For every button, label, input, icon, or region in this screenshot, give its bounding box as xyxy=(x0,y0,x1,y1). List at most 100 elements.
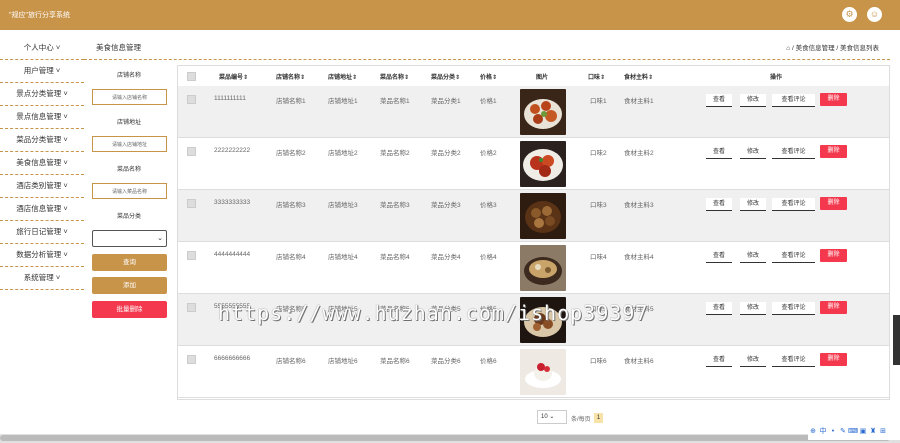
shop-addr-input[interactable]: 请输入店铺地址 xyxy=(92,136,167,152)
page-title: 美食信息管理 xyxy=(96,43,141,52)
scrollbar-thumb[interactable] xyxy=(0,435,890,441)
view-comments-button[interactable]: 查看评论 xyxy=(772,198,815,211)
cell-address: 店铺地址4 xyxy=(328,254,358,261)
row-checkbox[interactable] xyxy=(187,303,196,312)
header-address[interactable]: 店铺地址⇕ xyxy=(328,72,357,81)
row-checkbox[interactable] xyxy=(187,199,196,208)
view-button[interactable]: 查看 xyxy=(706,302,732,315)
cell-shop: 店铺名称2 xyxy=(276,150,306,157)
breadcrumb[interactable]: ⌂ / 美食信息管理 / 美食信息列表 xyxy=(786,42,879,52)
delete-button[interactable]: 删除 xyxy=(820,249,847,262)
row-checkbox[interactable] xyxy=(187,95,196,104)
skin-icon[interactable]: ▣ xyxy=(858,427,868,435)
dish-category-select[interactable]: ⌄ xyxy=(92,230,167,247)
user-icon[interactable]: ☺ xyxy=(867,7,882,22)
pen-icon[interactable]: ✎ xyxy=(838,427,848,435)
dish-image xyxy=(520,193,566,239)
sidebar-item-personal[interactable]: 个人中心 ˅ xyxy=(0,37,84,60)
edit-button[interactable]: 修改 xyxy=(740,250,766,263)
system-tray: ⊕ 中 • ✎ ⌨ ▣ ♜ ⊞ xyxy=(808,426,900,440)
view-comments-button[interactable]: 查看评论 xyxy=(772,302,815,315)
header-id[interactable]: 菜品编号⇕ xyxy=(219,72,248,81)
header-ingredient[interactable]: 食材主料⇕ xyxy=(624,72,653,81)
delete-button[interactable]: 删除 xyxy=(820,145,847,158)
cell-ingredient: 食材主料4 xyxy=(624,254,654,261)
header-dish-category[interactable]: 菜品分类⇕ xyxy=(431,72,460,81)
chevron-down-icon: ⌄ xyxy=(157,235,163,242)
cell-dish-category: 菜品分类6 xyxy=(431,358,461,365)
settings-icon[interactable]: ⚙ xyxy=(842,7,857,22)
table-row: 1111111111 店铺名称1 店铺地址1 菜品名称1 菜品分类1 价格1 口… xyxy=(178,86,889,138)
sidebar-item-dish-category[interactable]: 菜品分类管理 ˅ xyxy=(0,129,84,152)
keyboard-icon[interactable]: ⌨ xyxy=(848,427,858,435)
shop-name-input[interactable]: 请输入店铺名称 xyxy=(92,89,167,105)
vertical-scrollbar[interactable] xyxy=(893,315,900,365)
header-taste[interactable]: 口味⇕ xyxy=(588,72,605,81)
header-actions: 操作 xyxy=(770,75,783,81)
delete-button[interactable]: 删除 xyxy=(820,93,847,106)
table-row: 4444444444 店铺名称4 店铺地址4 菜品名称4 菜品分类4 价格4 口… xyxy=(178,242,889,294)
row-checkbox[interactable] xyxy=(187,355,196,364)
page-size-select[interactable]: 10 ⌄ xyxy=(537,410,567,424)
add-button[interactable]: 添加 xyxy=(92,277,167,294)
query-button[interactable]: 查询 xyxy=(92,254,167,271)
edit-button[interactable]: 修改 xyxy=(740,354,766,367)
sidebar-item-hotel-category[interactable]: 酒店类别管理 ˅ xyxy=(0,175,84,198)
header-price[interactable]: 价格⇕ xyxy=(480,72,497,81)
view-comments-button[interactable]: 查看评论 xyxy=(772,250,815,263)
sidebar-item-users[interactable]: 用户管理 ˅ xyxy=(0,60,84,83)
ime-icon[interactable]: ⊕ xyxy=(808,427,818,435)
dish-name-input[interactable]: 请输入菜品名称 xyxy=(92,183,167,199)
cell-dish-name: 菜品名称6 xyxy=(380,358,410,365)
sidebar-item-data-analysis[interactable]: 数据分析管理 ˅ xyxy=(0,244,84,267)
cell-dish-name: 菜品名称1 xyxy=(380,98,410,105)
batch-delete-button[interactable]: 批量删除 xyxy=(92,301,167,318)
dish-category-label: 菜品分类 xyxy=(116,214,141,220)
select-all-checkbox[interactable] xyxy=(187,72,196,81)
sidebar-item-spot-category[interactable]: 景点分类管理 ˅ xyxy=(0,83,84,106)
cell-taste: 口味2 xyxy=(590,150,607,157)
grid-icon[interactable]: ⊞ xyxy=(878,427,888,435)
dish-name-label: 菜品名称 xyxy=(116,167,141,173)
view-button[interactable]: 查看 xyxy=(706,198,732,211)
table-row: 3333333333 店铺名称3 店铺地址3 菜品名称3 菜品分类3 价格3 口… xyxy=(178,190,889,242)
view-comments-button[interactable]: 查看评论 xyxy=(772,94,815,107)
sidebar-item-travel-diary[interactable]: 旅行日记管理 ˅ xyxy=(0,221,84,244)
edit-button[interactable]: 修改 xyxy=(740,94,766,107)
punctuation-icon[interactable]: • xyxy=(828,428,838,435)
watermark: https://www.huzhan.com/ishop39397 xyxy=(218,301,649,325)
cell-dish-category: 菜品分类2 xyxy=(431,150,461,157)
view-button[interactable]: 查看 xyxy=(706,94,732,107)
delete-button[interactable]: 删除 xyxy=(820,353,847,366)
view-button[interactable]: 查看 xyxy=(706,354,732,367)
view-button[interactable]: 查看 xyxy=(706,146,732,159)
row-checkbox[interactable] xyxy=(187,147,196,156)
delete-button[interactable]: 删除 xyxy=(820,197,847,210)
cell-id: 1111111111 xyxy=(214,95,246,102)
dish-image xyxy=(520,141,566,187)
sidebar-item-spot-info[interactable]: 景点信息管理 ˅ xyxy=(0,106,84,129)
edit-button[interactable]: 修改 xyxy=(740,302,766,315)
shirt-icon[interactable]: ♜ xyxy=(868,427,878,435)
view-button[interactable]: 查看 xyxy=(706,250,732,263)
edit-button[interactable]: 修改 xyxy=(740,146,766,159)
table-row: 2222222222 店铺名称2 店铺地址2 菜品名称2 菜品分类2 价格2 口… xyxy=(178,138,889,190)
sidebar-item-system[interactable]: 系统管理 ˅ xyxy=(0,267,84,290)
sidebar-item-hotel-info[interactable]: 酒店信息管理 ˅ xyxy=(0,198,84,221)
page-number-current[interactable]: 1 xyxy=(594,413,603,423)
delete-button[interactable]: 删除 xyxy=(820,301,847,314)
chinese-mode-icon[interactable]: 中 xyxy=(818,426,828,436)
header-dish-name[interactable]: 菜品名称⇕ xyxy=(380,72,409,81)
horizontal-scrollbar[interactable] xyxy=(0,434,900,443)
sidebar-item-food-info[interactable]: 美食信息管理 ˅ xyxy=(0,152,84,175)
edit-button[interactable]: 修改 xyxy=(740,198,766,211)
view-comments-button[interactable]: 查看评论 xyxy=(772,146,815,159)
row-checkbox[interactable] xyxy=(187,251,196,260)
chevron-down-icon: ⌄ xyxy=(549,414,555,420)
cell-price: 价格2 xyxy=(480,150,497,157)
view-comments-button[interactable]: 查看评论 xyxy=(772,354,815,367)
header-shop[interactable]: 店铺名称⇕ xyxy=(276,72,305,81)
cell-shop: 店铺名称4 xyxy=(276,254,306,261)
cell-price: 价格4 xyxy=(480,254,497,261)
table-row: 6666666666 店铺名称6 店铺地址6 菜品名称6 菜品分类6 价格6 口… xyxy=(178,346,889,398)
